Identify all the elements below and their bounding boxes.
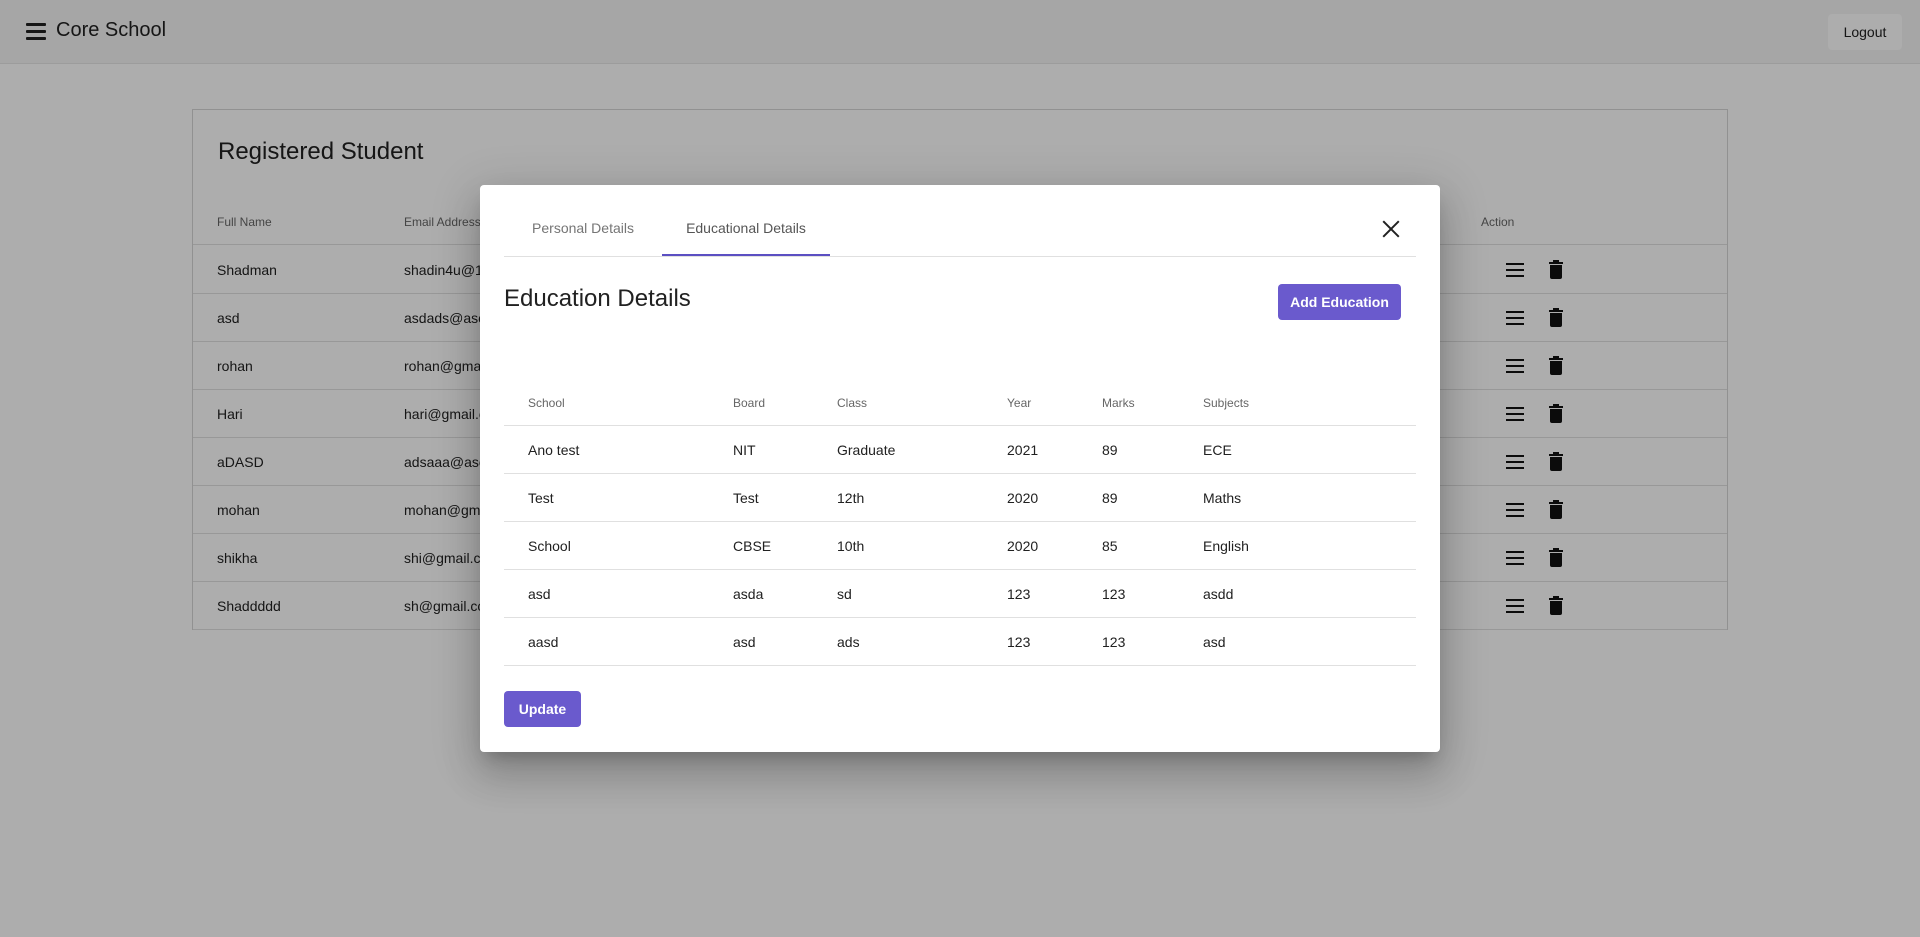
dialog-tabs: Personal Details Educational Details <box>504 205 1416 257</box>
education-board-cell: CBSE <box>733 538 772 554</box>
education-class-cell: Graduate <box>837 442 896 458</box>
education-year-cell: 123 <box>1007 634 1031 650</box>
education-school-cell: Ano test <box>528 442 580 458</box>
education-school-cell: School <box>528 538 571 554</box>
dialog-title: Education Details <box>504 285 691 312</box>
education-class-cell: 12th <box>837 490 865 506</box>
education-class-cell: sd <box>837 586 852 602</box>
column-header-school: School <box>528 396 565 410</box>
education-board-cell: NIT <box>733 442 756 458</box>
education-table: School Board Class Year Marks Subjects A… <box>504 379 1416 666</box>
education-school-cell: asd <box>528 586 551 602</box>
education-board-cell: asd <box>733 634 756 650</box>
education-subjects-cell: ECE <box>1203 442 1232 458</box>
education-board-cell: Test <box>733 490 759 506</box>
education-marks-cell: 89 <box>1102 442 1118 458</box>
column-header-subjects: Subjects <box>1203 396 1250 410</box>
education-subjects-cell: Maths <box>1203 490 1242 506</box>
education-class-cell: 10th <box>837 538 865 554</box>
column-header-class: Class <box>837 396 868 410</box>
table-row: Test Test 12th 2020 89 Maths <box>504 474 1416 522</box>
education-dialog: Personal Details Educational Details Edu… <box>480 185 1440 752</box>
tab-educational-details[interactable]: Educational Details <box>662 205 830 256</box>
tab-personal-details[interactable]: Personal Details <box>504 205 662 256</box>
education-year-cell: 2020 <box>1007 538 1039 554</box>
column-header-year: Year <box>1007 396 1032 410</box>
education-subjects-cell: English <box>1203 538 1249 554</box>
education-board-cell: asda <box>733 586 764 602</box>
add-education-button[interactable]: Add Education <box>1278 284 1401 320</box>
column-header-board: Board <box>733 396 766 410</box>
education-school-cell: Test <box>528 490 554 506</box>
table-row: School CBSE 10th 2020 85 English <box>504 522 1416 570</box>
education-marks-cell: 85 <box>1102 538 1118 554</box>
education-marks-cell: 123 <box>1102 586 1126 602</box>
table-row: asd asda sd 123 123 asdd <box>504 570 1416 618</box>
education-year-cell: 2020 <box>1007 490 1039 506</box>
table-row: Ano test NIT Graduate 2021 89 ECE <box>504 426 1416 474</box>
update-button[interactable]: Update <box>504 691 581 727</box>
close-icon[interactable] <box>1380 218 1402 240</box>
table-row: aasd asd ads 123 123 asd <box>504 618 1416 666</box>
education-marks-cell: 89 <box>1102 490 1118 506</box>
education-table-header: School Board Class Year Marks Subjects <box>504 379 1416 426</box>
education-class-cell: ads <box>837 634 860 650</box>
education-school-cell: aasd <box>528 634 559 650</box>
education-marks-cell: 123 <box>1102 634 1126 650</box>
education-subjects-cell: asd <box>1203 634 1226 650</box>
education-subjects-cell: asdd <box>1203 586 1234 602</box>
education-year-cell: 123 <box>1007 586 1031 602</box>
education-year-cell: 2021 <box>1007 442 1039 458</box>
column-header-marks: Marks <box>1102 396 1135 410</box>
